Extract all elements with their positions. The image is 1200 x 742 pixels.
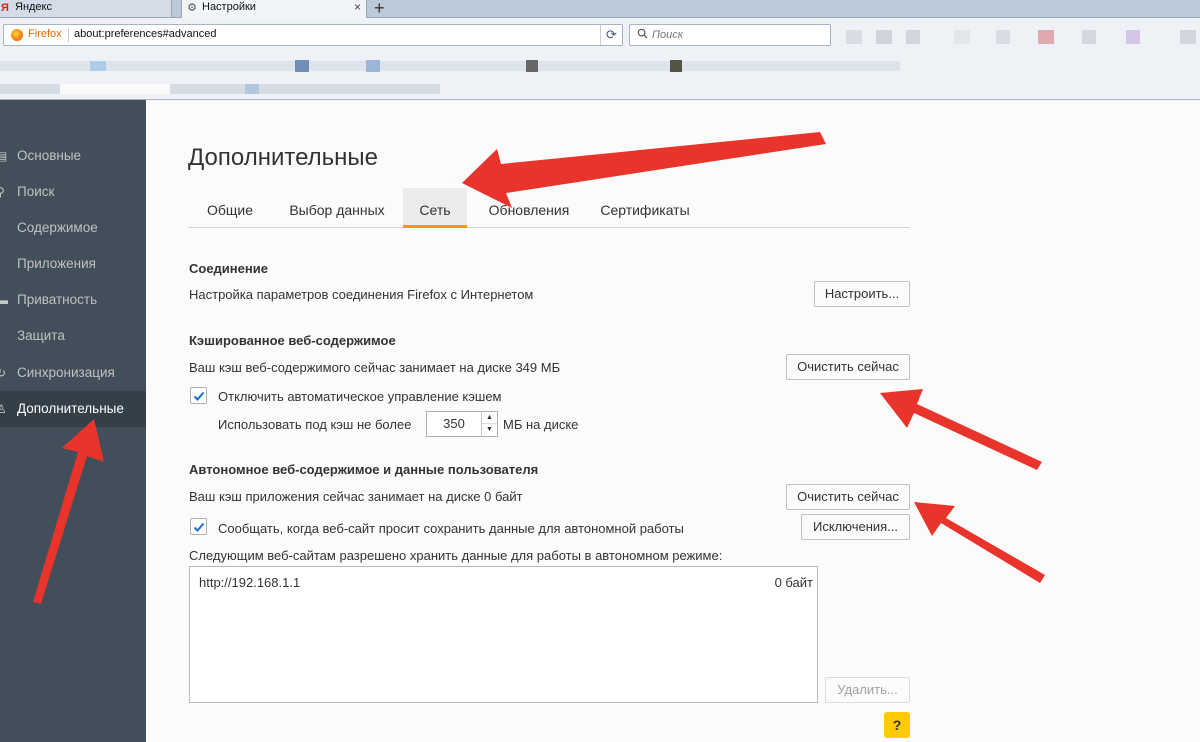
tab-label: Выбор данных — [289, 202, 385, 218]
exceptions-button[interactable]: Исключения... — [801, 514, 910, 540]
site-size: 0 байт — [774, 575, 813, 590]
privacy-icon: ▬ — [0, 293, 8, 307]
page-title: Дополнительные — [188, 144, 378, 171]
sidebar-item-label: Содержимое — [17, 220, 98, 235]
offline-sites-list[interactable]: http://192.168.1.1 0 байт — [189, 566, 818, 703]
sidebar-item-label: Защита — [17, 328, 65, 343]
sidebar-item-label: Приложения — [17, 256, 96, 271]
sidebar-item-label: Поиск — [17, 184, 55, 199]
site-url: http://192.168.1.1 — [199, 575, 301, 590]
stepper-arrows[interactable]: ▲ ▼ — [481, 412, 497, 436]
browser-tab-label: Настройки — [202, 1, 256, 13]
help-button[interactable]: ? — [884, 712, 910, 738]
tab-updates[interactable]: Обновления — [478, 188, 580, 228]
preferences-pane: Дополнительные Общие Выбор данных Сеть О… — [146, 100, 1200, 742]
bookmarks-toolbar — [0, 54, 1200, 78]
tab-label: Общие — [206, 202, 254, 218]
search-icon: ⚲ — [0, 185, 5, 199]
tab-label: Сертификаты — [600, 202, 690, 218]
navigation-bar: Firefox about:preferences#advanced ⟳ — [0, 18, 1200, 54]
cache-size-stepper[interactable]: 350 ▲ ▼ — [426, 411, 498, 437]
browser-tab-settings[interactable]: ⚙ Настройки × — [181, 0, 367, 19]
list-item[interactable]: http://192.168.1.1 0 байт — [190, 575, 817, 593]
cache-override-checkbox[interactable] — [190, 387, 207, 404]
check-icon — [193, 522, 205, 532]
tab-network[interactable]: Сеть — [403, 188, 467, 228]
offline-notify-label[interactable]: Сообщать, когда веб-сайт просит сохранит… — [218, 521, 684, 536]
security-icon: ▪ — [0, 329, 8, 343]
chevron-down-icon[interactable]: ▼ — [482, 424, 497, 436]
cache-limit-suffix: МБ на диске — [503, 417, 579, 432]
sidebar-item-security[interactable]: ▪ Защита — [0, 318, 146, 354]
url-separator — [68, 28, 69, 42]
new-tab-button[interactable]: + — [374, 0, 385, 19]
url-bar[interactable]: Firefox about:preferences#advanced ⟳ — [3, 24, 623, 46]
clear-offline-button[interactable]: Очистить сейчас — [786, 484, 910, 510]
sidebar-item-search[interactable]: ⚲ Поиск — [0, 174, 146, 210]
connection-description: Настройка параметров соединения Firefox … — [189, 287, 534, 302]
offline-usage: Ваш кэш приложения сейчас занимает на ди… — [189, 489, 523, 504]
firefox-icon — [11, 29, 23, 41]
yandex-icon: Я — [1, 2, 9, 14]
advanced-icon: ♙ — [0, 402, 7, 416]
applications-icon: ▪ — [0, 257, 8, 271]
search-bar[interactable] — [629, 24, 831, 46]
tab-label: Обновления — [488, 202, 570, 218]
tab-label: Сеть — [419, 202, 451, 218]
connection-heading: Соединение — [189, 261, 268, 276]
gear-icon: ⚙ — [187, 2, 197, 14]
clear-cache-button[interactable]: Очистить сейчас — [786, 354, 910, 380]
sidebar-item-label: Дополнительные — [17, 401, 124, 416]
browser-tab-label: Яндекс — [15, 1, 52, 13]
sidebar-item-label: Синхронизация — [17, 365, 115, 380]
bookmarks-toolbar-secondary — [0, 78, 1200, 100]
browser-tabstrip: Я Яндекс ⚙ Настройки × + — [0, 0, 1200, 19]
content-icon: ▪ — [0, 221, 8, 235]
offline-list-label: Следующим веб-сайтам разрешено хранить д… — [189, 548, 723, 563]
cache-limit-prefix: Использовать под кэш не более — [218, 417, 412, 432]
tab-data-choices[interactable]: Выбор данных — [279, 188, 395, 228]
cache-override-label[interactable]: Отключить автоматическое управление кэше… — [218, 389, 502, 404]
offline-heading: Автономное веб-содержимое и данные польз… — [189, 462, 539, 477]
sidebar-item-content[interactable]: ▪ Содержимое — [0, 210, 146, 246]
identity-label: Firefox — [28, 28, 62, 40]
cache-size-value[interactable]: 350 — [427, 412, 481, 436]
sidebar-item-label: Основные — [17, 148, 82, 163]
sidebar-item-advanced[interactable]: ♙ Дополнительные — [0, 391, 146, 427]
browser-tab-yandex[interactable]: Я Яндекс — [0, 0, 172, 18]
reload-icon[interactable]: ⟳ — [600, 25, 622, 45]
sync-icon: ↻ — [0, 366, 7, 380]
cache-usage: Ваш кэш веб-содержимого сейчас занимает … — [189, 360, 561, 375]
general-icon: ▤ — [0, 149, 8, 163]
sidebar-item-general[interactable]: ▤ Основные — [0, 138, 146, 174]
sidebar-item-applications[interactable]: ▪ Приложения — [0, 246, 146, 282]
connection-settings-button[interactable]: Настроить... — [814, 281, 910, 307]
preferences-sidebar: ▤ Основные ⚲ Поиск ▪ Содержимое ▪ Прилож… — [0, 100, 146, 742]
tab-certificates[interactable]: Сертификаты — [593, 188, 697, 228]
cache-heading: Кэшированное веб-содержимое — [189, 333, 396, 348]
url-text[interactable]: about:preferences#advanced — [74, 28, 217, 40]
search-icon — [637, 28, 648, 39]
check-icon — [193, 391, 205, 401]
close-icon[interactable]: × — [354, 0, 361, 14]
blurred-toolbar — [846, 28, 1200, 46]
sidebar-item-privacy[interactable]: ▬ Приватность — [0, 282, 146, 318]
offline-notify-checkbox[interactable] — [190, 518, 207, 535]
sidebar-item-sync[interactable]: ↻ Синхронизация — [0, 355, 146, 391]
remove-button[interactable]: Удалить... — [825, 677, 910, 703]
chevron-up-icon[interactable]: ▲ — [482, 412, 497, 424]
search-input[interactable] — [652, 27, 822, 43]
advanced-tabs: Общие Выбор данных Сеть Обновления Серти… — [188, 188, 910, 228]
sidebar-item-label: Приватность — [17, 292, 98, 307]
tab-general[interactable]: Общие — [194, 188, 266, 228]
